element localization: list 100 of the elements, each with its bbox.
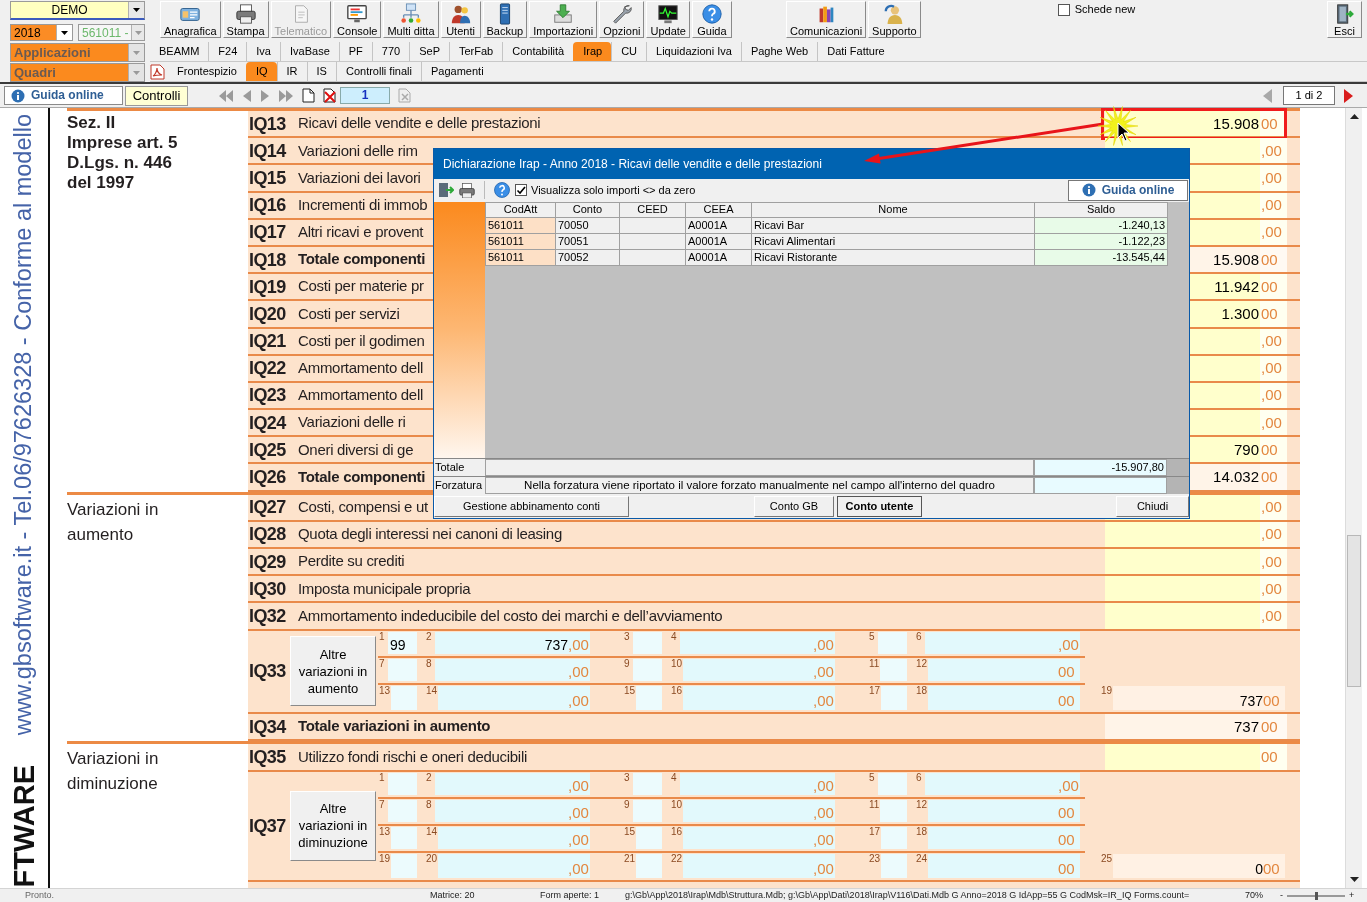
- tab[interactable]: IvaBase: [280, 42, 339, 61]
- tab[interactable]: Paghe Web: [740, 42, 818, 61]
- tab[interactable]: IQ: [245, 62, 277, 81]
- code-field[interactable]: [881, 826, 907, 850]
- code-field[interactable]: [881, 854, 907, 879]
- amount-field[interactable]: 73700: [1105, 714, 1287, 740]
- tab[interactable]: Iva: [246, 42, 280, 61]
- override-field[interactable]: [1034, 477, 1167, 495]
- previous-sheet-icon[interactable]: [1262, 87, 1273, 104]
- toolbar-button[interactable]: Stampa: [222, 1, 269, 38]
- code-field[interactable]: [878, 772, 907, 795]
- checkbox[interactable]: [515, 184, 527, 197]
- toolbar-button[interactable]: Console: [333, 1, 382, 38]
- clear-page-icon[interactable]: [398, 88, 412, 103]
- scroll-down-icon[interactable]: [1349, 877, 1359, 882]
- last-page-icon[interactable]: [278, 88, 294, 103]
- toolbar-button[interactable]: Multi ditta: [383, 1, 439, 38]
- toolbar-button[interactable]: Esci: [1327, 1, 1362, 38]
- toolbar-button[interactable]: Backup: [482, 1, 528, 38]
- scroll-up-icon[interactable]: [1349, 114, 1359, 119]
- zoom-slider[interactable]: [1287, 891, 1345, 900]
- tab[interactable]: Pagamenti: [421, 62, 493, 81]
- code-field[interactable]: [388, 772, 417, 795]
- toolbar-button[interactable]: Anagrafica: [160, 1, 221, 38]
- code-field[interactable]: [388, 799, 417, 822]
- code-field[interactable]: [878, 631, 907, 654]
- tab[interactable]: Frontespizio: [168, 62, 246, 81]
- code-field[interactable]: [391, 854, 417, 879]
- tab[interactable]: Controlli finali: [335, 62, 421, 81]
- toolbar-button[interactable]: Opzioni: [599, 1, 645, 38]
- next-sheet-icon[interactable]: [1343, 87, 1354, 104]
- toolbar-button[interactable]: Importazioni: [529, 1, 598, 38]
- page-field[interactable]: 1: [340, 87, 390, 104]
- code-field[interactable]: [880, 799, 907, 822]
- first-page-icon[interactable]: [218, 88, 234, 103]
- toolbar-button[interactable]: Comunicazioni: [785, 1, 867, 38]
- tab[interactable]: BEAMM: [150, 42, 209, 61]
- tab[interactable]: IR: [276, 62, 307, 81]
- year-combo[interactable]: 2018: [10, 24, 73, 41]
- code-field[interactable]: [636, 685, 662, 711]
- other-changes-button[interactable]: Altre variazioni in diminuzione: [290, 790, 376, 861]
- tab[interactable]: F24: [208, 42, 247, 61]
- help-button[interactable]: Guida online: [4, 86, 123, 105]
- code-field[interactable]: [633, 658, 662, 681]
- help-button[interactable]: Guida online: [1068, 179, 1188, 201]
- checkbox[interactable]: [1057, 3, 1070, 16]
- tab[interactable]: SeP: [409, 42, 449, 61]
- scrollbar[interactable]: [1345, 108, 1362, 888]
- tab[interactable]: 770: [371, 42, 410, 61]
- tab[interactable]: Liquidazioni Iva: [646, 42, 741, 61]
- row-label: Ammortamento dell: [298, 360, 423, 377]
- printer-icon[interactable]: [458, 182, 476, 199]
- tab[interactable]: TerFab: [448, 42, 503, 61]
- view-button[interactable]: Conto utente: [837, 496, 922, 518]
- other-changes-button[interactable]: Altre variazioni in aumento: [290, 636, 376, 707]
- tab[interactable]: Dati Fatture: [817, 42, 894, 61]
- amount-field[interactable]: 000: [1113, 854, 1285, 879]
- delete-page-icon[interactable]: [323, 88, 337, 103]
- code-field[interactable]: [633, 772, 662, 795]
- checks-button[interactable]: Controlli: [125, 85, 188, 106]
- toolbar-button[interactable]: Supporto: [868, 1, 921, 38]
- new-page-icon[interactable]: [302, 88, 315, 103]
- help-icon[interactable]: [493, 181, 511, 200]
- amount-field[interactable]: 73700: [1113, 685, 1285, 711]
- close-button[interactable]: Chiudi: [1116, 496, 1189, 518]
- amount-field[interactable]: 737,00: [435, 631, 590, 654]
- network-icon: [399, 3, 423, 25]
- view-button[interactable]: Conto GB: [754, 496, 834, 518]
- previous-page-icon[interactable]: [242, 88, 252, 103]
- zoom-out-button[interactable]: -: [1280, 890, 1283, 901]
- tab[interactable]: Irap: [573, 42, 612, 61]
- company-combo[interactable]: DEMO: [10, 1, 145, 20]
- code-field[interactable]: [881, 685, 907, 711]
- toolbar-button[interactable]: Update: [646, 1, 690, 38]
- field-number: 5: [868, 771, 876, 783]
- code-field[interactable]: [880, 658, 907, 681]
- code-field[interactable]: [391, 685, 417, 711]
- pdf-icon[interactable]: [150, 63, 165, 80]
- tab[interactable]: PF: [338, 42, 372, 61]
- code-field[interactable]: [636, 826, 662, 850]
- code-field[interactable]: [636, 854, 662, 879]
- tab[interactable]: CU: [611, 42, 647, 61]
- code-field[interactable]: [633, 799, 662, 822]
- next-page-icon[interactable]: [260, 88, 270, 103]
- code-field[interactable]: [633, 631, 662, 654]
- field-number: 15: [623, 684, 637, 696]
- code-field[interactable]: [388, 658, 417, 681]
- scrollbar-thumb[interactable]: [1347, 535, 1361, 687]
- export-icon[interactable]: [438, 182, 454, 199]
- toolbar-button[interactable]: Guida: [691, 1, 732, 38]
- zoom-in-button[interactable]: +: [1349, 890, 1355, 901]
- field-number: 6: [915, 771, 923, 783]
- toolbar-button[interactable]: Utenti: [440, 1, 481, 38]
- code-field[interactable]: [391, 826, 417, 850]
- manage-button[interactable]: Gestione abbinamento conti: [434, 496, 629, 518]
- code-field[interactable]: 99: [388, 631, 417, 654]
- field-number: 1: [378, 771, 386, 783]
- zoom-slider-thumb[interactable]: [1315, 891, 1318, 900]
- field-number: 14: [425, 684, 439, 696]
- tab[interactable]: IS: [306, 62, 336, 81]
